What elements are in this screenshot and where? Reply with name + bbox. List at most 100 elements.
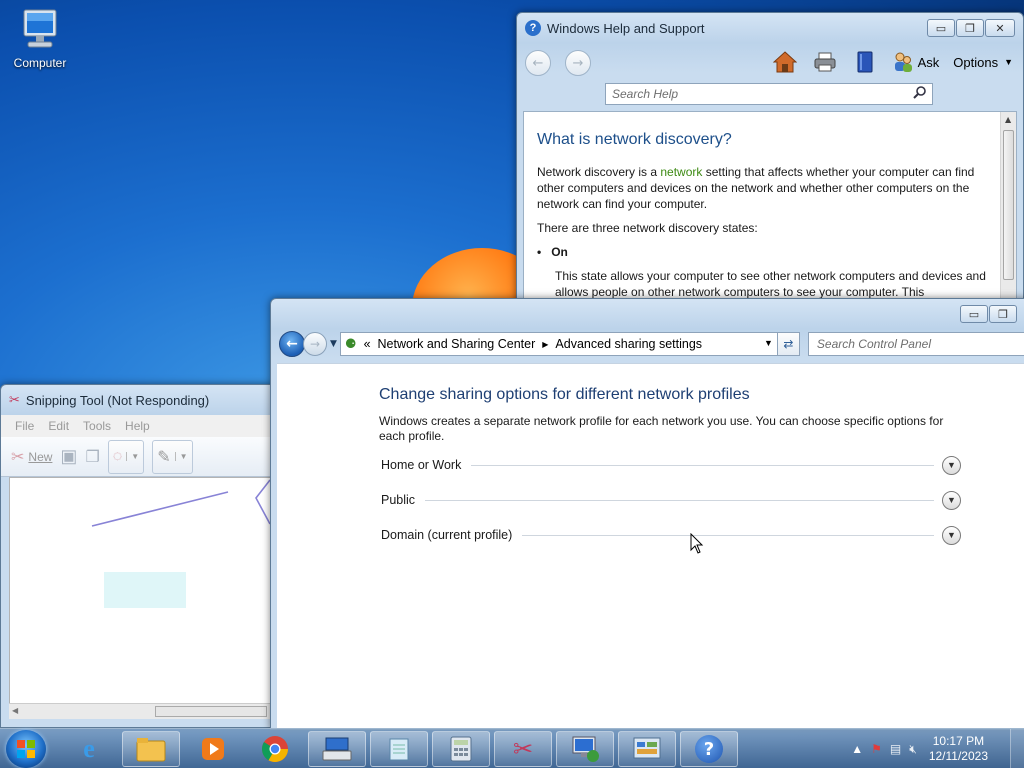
horizontal-scrollbar[interactable]: ◀ — [9, 703, 271, 719]
desktop-icon-computer[interactable]: Computer — [8, 8, 72, 70]
ask-button[interactable]: Ask — [892, 49, 940, 75]
clock[interactable]: 10:17 PM 12/11/2023 — [929, 734, 988, 764]
chevron-down-icon[interactable]: ▼ — [764, 338, 773, 348]
taskbar-chrome[interactable] — [246, 731, 304, 767]
scroll-up-icon[interactable]: ▲ — [1005, 115, 1011, 124]
breadcrumb-advanced-sharing[interactable]: Advanced sharing settings — [555, 337, 702, 351]
menu-tools[interactable]: Tools — [83, 419, 111, 433]
maximize-button[interactable]: ❐ — [989, 305, 1017, 323]
options-label: Options — [953, 54, 999, 70]
snipping-tool-window[interactable]: ✂ Snipping Tool (Not Responding) File Ed… — [0, 384, 276, 728]
ask-label: Ask — [917, 54, 940, 70]
close-button[interactable]: ✕ — [985, 19, 1015, 37]
scrollbar-thumb[interactable] — [1003, 130, 1014, 280]
forward-button[interactable]: → — [303, 332, 327, 356]
eraser-button[interactable]: ◌ ▼ — [107, 439, 145, 474]
network-icon — [572, 736, 599, 762]
calculator-icon — [450, 736, 472, 762]
search-help-input[interactable]: Search Help — [605, 83, 933, 105]
profile-label: Public — [381, 493, 416, 507]
scrollbar-thumb[interactable] — [155, 706, 267, 717]
taskbar-internet-explorer[interactable]: e — [60, 731, 118, 767]
address-toolbar: ← → ▼ ⚈ « Network and Sharing Center ▶ A… — [279, 331, 1024, 357]
scroll-left-icon[interactable]: ◀ — [12, 706, 18, 715]
menu-file[interactable]: File — [15, 419, 34, 433]
show-desktop-button[interactable] — [1010, 729, 1024, 768]
chevron-down-icon: ▼ — [1004, 57, 1013, 67]
search-icon[interactable] — [913, 86, 927, 103]
menu-help[interactable]: Help — [125, 419, 150, 433]
profile-public[interactable]: Public ▼ — [381, 490, 961, 510]
snip-drawing — [91, 479, 271, 608]
breadcrumb[interactable]: ⚈ « Network and Sharing Center ▶ Advance… — [339, 332, 778, 356]
taskbar-media-player[interactable] — [184, 731, 242, 767]
new-label: New — [28, 449, 53, 464]
forward-button[interactable]: → — [565, 50, 591, 76]
breadcrumb-separator-icon: ▶ — [542, 339, 549, 349]
taskbar-network[interactable] — [556, 731, 614, 767]
arrow-left-icon: ← — [532, 55, 544, 71]
chrome-icon — [261, 736, 289, 763]
arrow-right-icon: → — [309, 337, 321, 351]
taskbar-snipping-tool[interactable]: ✂ — [494, 731, 552, 767]
page-title: Change sharing options for different net… — [379, 386, 750, 403]
copy-icon[interactable]: ❐ — [85, 447, 99, 467]
taskbar-explorer[interactable] — [122, 731, 180, 767]
chevron-down-icon: ▼ — [947, 530, 956, 540]
show-hidden-icons-button[interactable]: ▲ — [851, 742, 863, 756]
pen-button[interactable]: ✎ ▼ — [152, 439, 193, 474]
book-icon — [857, 51, 873, 73]
chevron-down-icon: ▼ — [174, 452, 188, 461]
expand-button[interactable]: ▼ — [942, 490, 961, 510]
options-menu[interactable]: Options ▼ — [953, 55, 1013, 70]
new-snip-button[interactable]: ✂ New — [11, 447, 52, 467]
article-paragraph: There are three network discovery states… — [537, 221, 758, 235]
home-button[interactable] — [772, 49, 798, 75]
profile-label: Home or Work — [381, 458, 462, 472]
action-center-icon[interactable]: ⚑ — [871, 742, 882, 756]
breadcrumb-network-sharing-center[interactable]: Network and Sharing Center — [378, 337, 536, 351]
help-window[interactable]: ? Windows Help and Support ▭ ❐ ✕ ← → Ask… — [516, 12, 1024, 312]
minimize-button[interactable]: ▭ — [927, 19, 955, 37]
clock-time: 10:17 PM — [932, 734, 985, 748]
expand-button[interactable]: ▼ — [942, 525, 961, 545]
internet-explorer-icon: e — [83, 734, 95, 763]
menu-edit[interactable]: Edit — [48, 419, 69, 433]
profile-domain[interactable]: Domain (current profile) ▼ — [381, 525, 961, 545]
network-link[interactable]: network — [660, 165, 702, 179]
volume-muted-icon[interactable]: 🔇︎ — [909, 742, 917, 757]
taskbar-help[interactable]: ? — [680, 731, 738, 767]
vertical-scrollbar[interactable]: ▲ — [1000, 112, 1016, 311]
taskbar-notepad[interactable] — [370, 731, 428, 767]
taskbar-on-screen-keyboard[interactable] — [308, 731, 366, 767]
arrow-left-icon: ← — [286, 336, 298, 352]
back-button[interactable]: ← — [525, 50, 551, 76]
recent-pages-dropdown[interactable]: ▼ — [330, 339, 337, 349]
back-button[interactable]: ← — [279, 331, 305, 357]
scissors-icon: ✂ — [9, 392, 20, 407]
network-status-icon[interactable]: ▤ — [890, 742, 901, 756]
start-button[interactable] — [6, 730, 46, 768]
taskbar-calculator[interactable] — [432, 731, 490, 767]
chevron-down-icon: ▼ — [947, 495, 956, 505]
minimize-button[interactable]: ▭ — [960, 305, 988, 323]
folder-icon — [136, 738, 166, 762]
maximize-button[interactable]: ❐ — [956, 19, 984, 37]
save-icon[interactable]: ▣ — [60, 446, 77, 467]
control-panel-window[interactable]: ▭ ❐ ← → ▼ ⚈ « Network and Sharing Center… — [270, 298, 1024, 730]
taskbar-control-panel[interactable] — [618, 731, 676, 767]
clock-date: 12/11/2023 — [928, 749, 988, 763]
snip-titlebar[interactable]: ✂ Snipping Tool (Not Responding) — [1, 385, 275, 415]
search-control-panel-input[interactable]: Search Control Panel — [807, 332, 1024, 356]
search-placeholder: Search Help — [612, 87, 679, 101]
system-tray: ▲ ⚑ ▤ 🔇︎ 10:17 PM 12/11/2023 — [851, 729, 1024, 768]
profile-home-or-work[interactable]: Home or Work ▼ — [381, 455, 961, 475]
breadcrumb-overflow[interactable]: « — [364, 337, 371, 351]
snip-canvas[interactable] — [9, 477, 271, 705]
refresh-button[interactable]: ⇄ — [777, 332, 800, 356]
print-button[interactable] — [812, 49, 838, 75]
expand-button[interactable]: ▼ — [942, 455, 961, 475]
browse-help-button[interactable] — [852, 49, 878, 75]
desktop-icon-label: Computer — [13, 56, 67, 70]
paragraph-text: Network discovery is a — [537, 165, 661, 179]
